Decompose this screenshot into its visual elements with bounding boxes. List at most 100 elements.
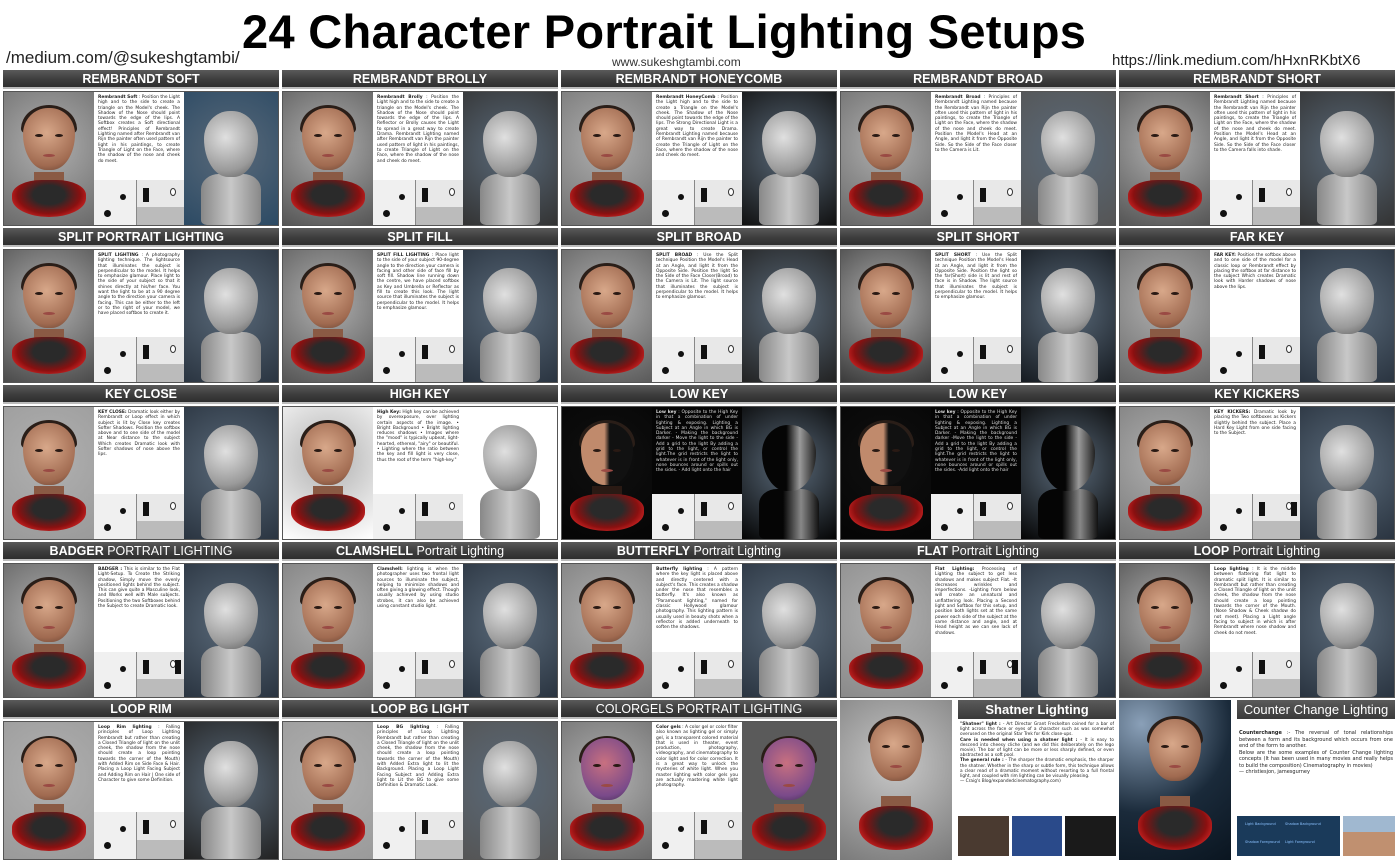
eye-right <box>613 448 621 452</box>
character-render <box>562 407 652 539</box>
eye-left <box>593 291 601 295</box>
lips-shape <box>322 625 334 629</box>
sculpt-neck <box>1038 646 1098 697</box>
description-text: SPLIT BROAD : Use the Split technique Po… <box>652 250 742 338</box>
sculpt-render <box>1021 92 1115 225</box>
sculpt-neck <box>201 488 261 539</box>
medium-profile-link[interactable]: /medium.com/@sukeshgtambi/ <box>6 48 240 68</box>
panel-title: LOOP Portrait Lighting <box>1119 542 1395 561</box>
subject-head-icon <box>1007 502 1013 511</box>
side-view-diagram <box>137 812 184 859</box>
lighting-panel: SPLIT SHORT SPLIT SHORT : Use the Split t… <box>840 228 1116 383</box>
eye-right <box>1171 605 1179 609</box>
eye-left <box>314 605 322 609</box>
description-text: Rembrandt Brolly : Position the Light hi… <box>373 92 463 180</box>
lighting-panel: REMBRANDT BROAD Rembrandt Broad : Princip… <box>840 70 1116 226</box>
lighting-diagram <box>652 494 742 539</box>
panel-title-bold: BUTTERFLY <box>616 544 691 558</box>
light-icon <box>1220 524 1227 532</box>
lighting-panel: REMBRANDT BROLLY Rembrandt Brolly : Posit… <box>282 70 558 226</box>
face-shape <box>860 579 912 642</box>
panel-title: LOW KEY <box>840 385 1116 404</box>
collar-shape <box>291 179 365 218</box>
panel-title: CLAMSHELL Portrait Lighting <box>282 542 558 561</box>
panel-title: FAR KEY <box>1119 228 1395 247</box>
lips-shape <box>43 153 55 157</box>
top-view-diagram <box>94 337 138 382</box>
description-text: Clamshell: lighting is when the photogra… <box>373 564 463 652</box>
light-icon <box>662 367 669 375</box>
collar-shape <box>859 805 933 851</box>
panel-body: Color gels : A color gel or color filter… <box>561 721 837 860</box>
sculpt-render <box>184 407 278 539</box>
top-view-diagram <box>94 651 138 697</box>
counter-change-panel: Counter Change Lighting Counterchange :- … <box>1119 700 1395 860</box>
softbox-icon <box>1259 345 1266 360</box>
sculpt-neck <box>480 646 540 697</box>
counter-change-examples: Light Background Shadow Background Shadow … <box>1237 816 1395 856</box>
collar-shape <box>1138 805 1212 851</box>
face-shape <box>581 579 633 642</box>
panel-title: HIGH KEY <box>282 385 558 404</box>
lighting-setups-grid: REMBRANDT SOFT Rembrandt Soft : Position … <box>3 70 1399 860</box>
eye-left <box>593 605 601 609</box>
collar-shape <box>12 812 86 851</box>
light-icon <box>1220 367 1227 375</box>
medium-article-link[interactable]: https://link.medium.com/hHxnRKbtX6 <box>1112 52 1360 69</box>
panel-title: LOOP BG LIGHT <box>282 700 558 719</box>
lighting-panel: KEY CLOSE KEY CLOSE: Dramatic look either… <box>3 385 279 540</box>
lips-shape <box>601 153 613 157</box>
panel-body: Low key : Opposite to the High Key in th… <box>840 406 1116 540</box>
subject-head-icon <box>728 820 734 829</box>
description-body: : Falling principles of Loop Lighting Re… <box>98 725 180 783</box>
sculpt-neck <box>201 331 261 382</box>
subject-marker-icon <box>957 665 963 672</box>
panel-title: REMBRANDT HONEYCOMB <box>561 70 837 89</box>
film-still-thumbnail <box>958 816 1009 856</box>
panel-title: SPLIT BROAD <box>561 228 837 247</box>
panel-body: SPLIT SHORT : Use the Split technique Po… <box>840 249 1116 383</box>
character-render <box>283 722 373 859</box>
eye-left <box>1151 448 1159 452</box>
eye-right <box>334 448 342 452</box>
sculpt-render <box>1021 250 1115 382</box>
collar-shape <box>849 651 923 690</box>
softbox-icon <box>143 659 150 674</box>
panel-body: Rembrandt Broad : Principles of Rembrand… <box>840 91 1116 226</box>
sculpt-head <box>1320 425 1374 492</box>
lips-shape <box>43 784 55 788</box>
sculpt-render <box>742 407 836 539</box>
description-body: : Principles of Rembrandt Lighting named… <box>935 95 1017 153</box>
light-icon <box>662 681 669 689</box>
sculpt-head <box>762 582 816 649</box>
eye-left <box>872 291 880 295</box>
top-view-diagram <box>652 494 696 539</box>
counter-change-description: Counter Change Lighting Counterchange :- … <box>1237 700 1395 860</box>
face-shape <box>1139 422 1191 485</box>
sculpt-render <box>1021 564 1115 697</box>
character-render <box>4 92 94 225</box>
collar-shape <box>291 651 365 690</box>
light-icon <box>383 209 390 217</box>
collar-shape <box>849 337 923 375</box>
description-body: : Falling principles of Loop Lighting Re… <box>377 725 459 789</box>
character-render <box>4 722 94 859</box>
panel-body: KEY CLOSE: Dramatic look either by Rembr… <box>3 406 279 540</box>
character-render <box>1120 564 1210 697</box>
collar-shape <box>291 494 365 532</box>
description-body: : Position the Light high and to the sid… <box>656 95 738 159</box>
lips-shape <box>880 625 892 629</box>
light-icon <box>941 209 948 217</box>
sculpt-neck <box>1317 488 1377 539</box>
face-shape <box>581 738 633 801</box>
lighting-diagram <box>652 812 742 859</box>
sculpt-head <box>204 582 258 649</box>
collar-shape <box>849 179 923 218</box>
poster: /medium.com/@sukeshgtambi/ 24 Character … <box>0 0 1400 861</box>
website-link[interactable]: www.sukeshgtambi.com <box>612 55 741 69</box>
panel-body: Loop Rim lighting : Falling principles o… <box>3 721 279 860</box>
collar-shape <box>849 494 923 532</box>
eye-right <box>892 291 900 295</box>
panel-body: Low key : Opposite to the High Key in th… <box>561 406 837 540</box>
shatner-description: Shatner Lighting "Shatner" light : - Art … <box>958 700 1117 860</box>
